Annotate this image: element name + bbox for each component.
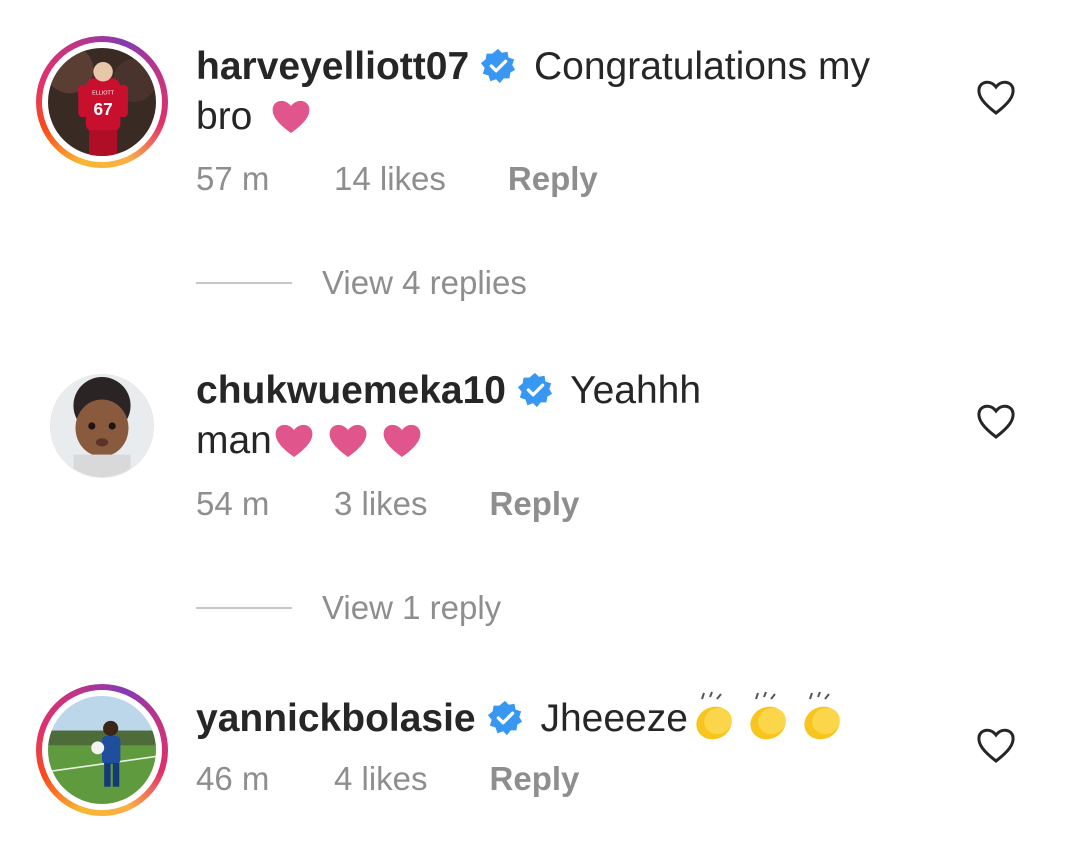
comment-likes[interactable]: 4 likes [334,760,428,798]
reply-button[interactable]: Reply [508,160,598,198]
comment-time: 46 m [196,760,270,797]
username[interactable]: harveyelliott07 [196,45,469,88]
view-replies-button[interactable]: View 1 reply [196,589,501,627]
username[interactable]: chukwuemeka10 [196,369,506,412]
heart-outline-icon[interactable] [975,402,1017,440]
avatar: ELLIOTT 67 [48,48,156,156]
svg-text:ELLIOTT: ELLIOTT [92,90,115,96]
avatar [51,375,153,477]
heart-emoji-icon [329,424,367,457]
comment-likes[interactable]: 3 likes [334,485,428,523]
view-replies-button[interactable]: View 4 replies [196,264,527,302]
view-replies-label: View 4 replies [322,264,527,301]
verified-badge-icon [487,700,522,736]
comment-likes[interactable]: 14 likes [334,160,446,198]
comment-meta: 46 m 4 likes Reply [196,760,579,798]
heart-outline-icon[interactable] [975,726,1017,764]
comment-body: Yeahhh [570,369,702,412]
svg-text:67: 67 [93,99,112,119]
comment-meta: 54 m 3 likes Reply [196,485,579,523]
comment-text-block: harveyelliott07 Congratulations my bro [196,42,936,142]
username[interactable]: yannickbolasie [196,697,476,740]
comment-body-continued: man [196,419,272,462]
comment-body: Jheeeze [540,697,688,740]
view-replies-label: View 1 reply [322,589,502,626]
verified-badge-icon [517,372,553,408]
clapping-hands-emoji-icon [804,691,840,740]
clapping-hands-emoji-icon [750,691,786,740]
replies-divider [196,607,292,609]
heart-emoji-icon [272,100,310,133]
verified-badge-icon [481,48,516,84]
comment-time: 54 m [196,485,270,522]
reply-button[interactable]: Reply [490,760,580,798]
comment-time: 57 m [196,160,270,197]
comment-meta: 57 m 14 likes Reply [196,160,598,198]
avatar-container[interactable] [36,360,168,492]
avatar-story-ring[interactable] [36,684,168,816]
comments-list: ELLIOTT 67 harveyelliott07 Congratulatio… [0,0,1080,850]
heart-emoji-icon [383,424,421,457]
reply-button[interactable]: Reply [490,485,580,523]
clapping-hands-emoji-icon [696,691,732,740]
heart-outline-icon[interactable] [975,78,1017,116]
comment-text-block: chukwuemeka10 Yeahhh man [196,366,936,466]
comment-text-block: yannickbolasie Jheeeze [196,691,936,744]
heart-emoji-icon [275,424,313,457]
avatar-story-ring[interactable]: ELLIOTT 67 [36,36,168,168]
avatar [48,696,156,804]
replies-divider [196,282,292,284]
